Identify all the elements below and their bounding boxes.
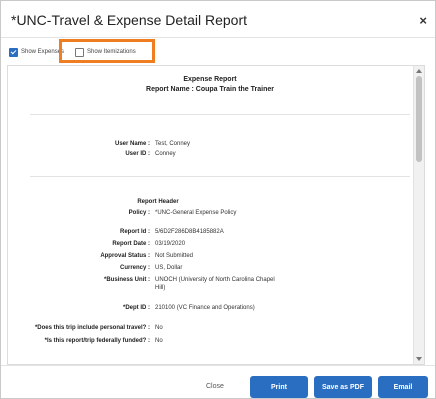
dept-id-label: *Dept ID : — [123, 305, 150, 311]
dialog-title: *UNC-Travel & Expense Detail Report — [11, 12, 248, 28]
dialog-footer: Close Print Save as PDF Email — [1, 365, 435, 399]
report-id-value: 5/6D2F286D8B4185882A — [155, 229, 224, 235]
business-unit-value: UNOCH (University of North Carolina Chap… — [155, 277, 275, 291]
personal-travel-row: *Does this trip include personal travel?… — [8, 324, 412, 334]
expense-report-dialog: *UNC-Travel & Expense Detail Report × Sh… — [0, 0, 436, 399]
itemizations-highlight-box — [59, 39, 155, 63]
report-name-line: Report Name : Coupa Train the Trainer — [146, 86, 274, 93]
close-icon[interactable]: × — [419, 13, 427, 28]
federally-funded-value: No — [155, 338, 163, 344]
print-button[interactable]: Print — [250, 376, 308, 398]
approval-status-row: Approval Status : Not Submitted — [8, 252, 412, 262]
report-header-title: Report Header — [137, 199, 179, 205]
email-button[interactable]: Email — [378, 376, 428, 398]
save-as-pdf-button[interactable]: Save as PDF — [314, 376, 372, 398]
federally-funded-label: *Is this report/trip federally funded? : — [44, 338, 150, 344]
scroll-thumb[interactable] — [416, 76, 422, 162]
policy-row: Policy : *UNC-General Expense Policy — [8, 209, 412, 219]
personal-travel-label: *Does this trip include personal travel?… — [34, 325, 150, 331]
policy-value: *UNC-General Expense Policy — [155, 210, 237, 216]
approval-status-value: Not Submitted — [155, 253, 194, 259]
show-expenses-checkbox[interactable] — [9, 47, 18, 57]
currency-value: US, Dollar — [155, 265, 183, 271]
currency-label: Currency : — [119, 265, 150, 271]
user-id-row: User ID : Conney — [8, 150, 412, 160]
policy-label: Policy : — [128, 210, 150, 216]
dialog-titlebar: *UNC-Travel & Expense Detail Report × — [1, 1, 435, 38]
show-expenses-label: Show Expenses — [21, 49, 65, 55]
user-name-label: User Name : — [114, 141, 150, 147]
user-id-label: User ID : — [125, 151, 150, 157]
close-button[interactable]: Close — [206, 383, 224, 390]
report-date-value: 03/19/2020 — [155, 241, 186, 247]
report-date-label: Report Date : — [112, 241, 150, 247]
business-unit-label: *Business Unit : — [103, 277, 150, 283]
user-name-value: Test, Conney — [155, 141, 191, 147]
scroll-up-icon[interactable] — [416, 69, 422, 73]
user-name-row: User Name : Test, Conney — [8, 140, 412, 150]
report-heading: Expense Report — [183, 76, 237, 83]
currency-row: Currency : US, Dollar — [8, 264, 412, 274]
personal-travel-value: No — [155, 325, 163, 331]
business-unit-row: *Business Unit : UNOCH (University of No… — [8, 276, 412, 291]
report-viewer[interactable]: Expense Report Report Name : Coupa Train… — [7, 65, 425, 365]
report-id-label: Report Id : — [120, 229, 150, 235]
dept-id-value: 210100 (VC Finance and Operations) — [155, 305, 255, 311]
scroll-down-icon[interactable] — [416, 357, 422, 361]
dept-id-row: *Dept ID : 210100 (VC Finance and Operat… — [8, 304, 412, 314]
approval-status-label: Approval Status : — [100, 253, 150, 259]
report-scrollbar[interactable] — [413, 66, 424, 364]
report-date-row: Report Date : 03/19/2020 — [8, 240, 412, 250]
user-id-value: Conney — [155, 151, 176, 157]
report-id-row: Report Id : 5/6D2F286D8B4185882A — [8, 228, 412, 238]
show-expenses-option[interactable]: Show Expenses — [9, 46, 64, 58]
federally-funded-row: *Is this report/trip federally funded? :… — [8, 337, 412, 347]
report-divider — [30, 176, 410, 177]
report-divider — [30, 114, 410, 115]
